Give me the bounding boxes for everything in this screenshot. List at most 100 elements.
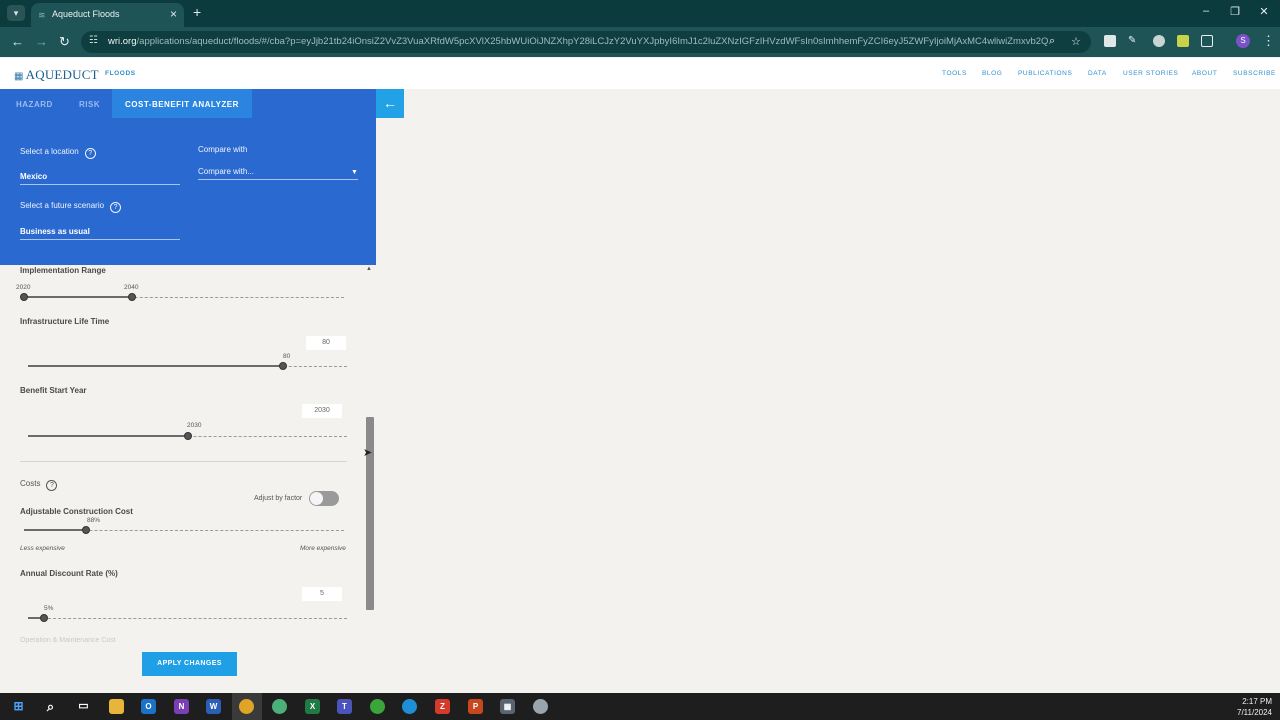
url-text: wri.org/applications/aqueduct/floods/#/c… xyxy=(108,36,1048,47)
new-tab-icon[interactable]: + xyxy=(193,4,201,20)
tab-search-icon[interactable]: ▾ xyxy=(7,5,25,21)
nav-about[interactable]: ABOUT xyxy=(1192,70,1217,77)
construction-cost-handle[interactable] xyxy=(82,526,90,534)
scenario-help-icon[interactable]: ? xyxy=(110,202,122,213)
scenario-underline xyxy=(20,239,180,240)
discount-rate-value-label: 5% xyxy=(44,605,54,612)
discount-rate-label: Annual Discount Rate (%) xyxy=(20,569,118,578)
nav-tools[interactable]: TOOLS xyxy=(942,70,967,77)
powerpoint-icon[interactable]: P xyxy=(468,699,483,714)
nav-user-stories[interactable]: USER STORIES xyxy=(1123,70,1178,77)
adjust-by-factor-toggle[interactable] xyxy=(309,491,339,506)
toggle-knob xyxy=(310,492,323,505)
minimize-icon[interactable]: – xyxy=(1199,5,1213,17)
task-view-icon[interactable]: ▭ xyxy=(76,699,91,714)
nav-data[interactable]: DATA xyxy=(1088,70,1107,77)
compare-select[interactable]: Compare with... xyxy=(198,167,254,176)
extension-doc-icon[interactable] xyxy=(1104,35,1116,47)
compare-underline xyxy=(198,179,358,180)
windows-start-icon[interactable]: ⊞ xyxy=(11,699,26,714)
close-tab-icon[interactable]: × xyxy=(170,7,177,21)
clock-time: 2:17 PM xyxy=(1242,697,1272,706)
mouse-cursor-icon: ➤ xyxy=(363,447,373,459)
outlook-icon[interactable]: O xyxy=(141,699,156,714)
benefit-start-fill xyxy=(28,435,188,437)
browser-toolbar: ← → ↻ ☷ wri.org/applications/aqueduct/fl… xyxy=(0,27,1280,57)
scroll-up-arrow-icon[interactable]: ▲ xyxy=(366,266,372,272)
extension-green-icon[interactable] xyxy=(1177,35,1189,47)
costs-help-icon[interactable]: ? xyxy=(46,480,58,491)
construction-cost-value-label: 88% xyxy=(87,517,101,524)
word-icon[interactable]: W xyxy=(206,699,221,714)
nav-publications[interactable]: PUBLICATIONS xyxy=(1018,70,1072,77)
construction-cost-fill xyxy=(24,529,86,531)
collapse-panel-arrow-icon[interactable]: ← xyxy=(376,89,404,118)
profile-avatar[interactable]: S xyxy=(1236,34,1250,48)
aqueduct-favicon-icon: ≋ xyxy=(38,10,46,20)
search-icon[interactable]: ⌕ xyxy=(43,699,58,714)
nav-subscribe[interactable]: SUBSCRIBE xyxy=(1233,70,1276,77)
scenario-select[interactable]: Business as usual xyxy=(20,227,90,236)
logo-subtitle: FLOODS xyxy=(105,70,136,77)
compare-label: Compare with xyxy=(198,145,248,154)
misc-app-icon[interactable] xyxy=(533,699,548,714)
windows-taskbar xyxy=(0,693,1280,720)
panel-header: HAZARD RISK COST-BENEFIT ANALYZER Select… xyxy=(0,89,376,265)
discount-rate-input[interactable]: 5 xyxy=(302,587,342,601)
reload-icon[interactable]: ↻ xyxy=(59,34,70,50)
chrome-icon[interactable] xyxy=(239,699,254,714)
address-bar[interactable]: ☷ wri.org/applications/aqueduct/floods/#… xyxy=(81,31,1091,53)
life-time-handle[interactable] xyxy=(279,362,287,370)
onenote-icon[interactable]: N xyxy=(174,699,189,714)
tab-hazard[interactable]: HAZARD xyxy=(16,100,53,109)
life-time-input[interactable]: 80 xyxy=(306,336,346,350)
location-underline xyxy=(20,184,180,185)
apply-changes-button[interactable]: APPLY CHANGES xyxy=(142,652,237,676)
site-header: ▦ AQUEDUCT FLOODS TOOLS BLOG PUBLICATIONS… xyxy=(0,58,1280,89)
browser-menu-icon[interactable]: ⋮ xyxy=(1262,33,1275,49)
close-window-icon[interactable]: ✕ xyxy=(1257,5,1271,18)
logo-waves-icon: ▦ xyxy=(14,71,24,82)
discount-rate-track xyxy=(28,618,347,619)
zotero-icon[interactable]: Z xyxy=(435,699,450,714)
green-circle-app-icon[interactable] xyxy=(370,699,385,714)
operation-maintenance-label: Operation & Maintenance Cost xyxy=(20,637,116,644)
bookmark-star-icon[interactable]: ☆ xyxy=(1071,35,1081,48)
browser-tab-strip: ▾ ≋ Aqueduct Floods × + – ❐ ✕ xyxy=(0,0,1280,27)
implementation-min-handle[interactable] xyxy=(20,293,28,301)
forward-arrow-icon[interactable]: → xyxy=(35,34,48,49)
edge-icon[interactable] xyxy=(402,699,417,714)
extension-brush-icon[interactable]: ✎ xyxy=(1128,35,1140,47)
tab-title: Aqueduct Floods xyxy=(52,9,120,19)
back-arrow-icon[interactable]: ← xyxy=(11,34,24,49)
benefit-start-handle[interactable] xyxy=(184,432,192,440)
implementation-max-handle[interactable] xyxy=(128,293,136,301)
excel-icon[interactable]: X xyxy=(305,699,320,714)
tab-risk[interactable]: RISK xyxy=(79,100,100,109)
globe-app-icon[interactable] xyxy=(272,699,287,714)
calculator-icon[interactable]: ▦ xyxy=(500,699,515,714)
location-select[interactable]: Mexico xyxy=(20,172,47,181)
site-info-icon[interactable]: ☷ xyxy=(89,35,98,46)
benefit-start-value-label: 2030 xyxy=(187,422,202,429)
extensions-puzzle-icon[interactable] xyxy=(1201,35,1213,47)
teams-icon[interactable]: T xyxy=(337,699,352,714)
aqueduct-logo[interactable]: ▦ AQUEDUCT xyxy=(14,67,99,83)
zoom-icon[interactable]: ⌕ xyxy=(1049,35,1055,48)
benefit-start-input[interactable]: 2030 xyxy=(302,404,342,418)
nav-blog[interactable]: BLOG xyxy=(982,70,1002,77)
compare-caret-icon[interactable]: ▼ xyxy=(351,169,358,176)
restore-icon[interactable]: ❐ xyxy=(1228,5,1242,18)
tab-cost-benefit-analyzer[interactable]: COST-BENEFIT ANALYZER xyxy=(125,100,239,109)
implementation-max-label: 2040 xyxy=(124,284,139,291)
clock-date: 7/11/2024 xyxy=(1237,708,1272,717)
discount-rate-handle[interactable] xyxy=(40,614,48,622)
benefit-start-label: Benefit Start Year xyxy=(20,386,87,395)
location-help-icon[interactable]: ? xyxy=(84,148,96,159)
adjust-by-factor-label: Adjust by factor xyxy=(254,495,303,502)
extension-circle-icon[interactable] xyxy=(1153,35,1165,47)
taskbar-clock[interactable]: 2:17 PM 7/11/2024 xyxy=(1237,696,1272,718)
life-time-label: Infrastructure Life Time xyxy=(20,317,110,326)
file-explorer-icon[interactable] xyxy=(109,699,124,714)
browser-tab[interactable]: ≋ Aqueduct Floods × xyxy=(31,3,184,27)
